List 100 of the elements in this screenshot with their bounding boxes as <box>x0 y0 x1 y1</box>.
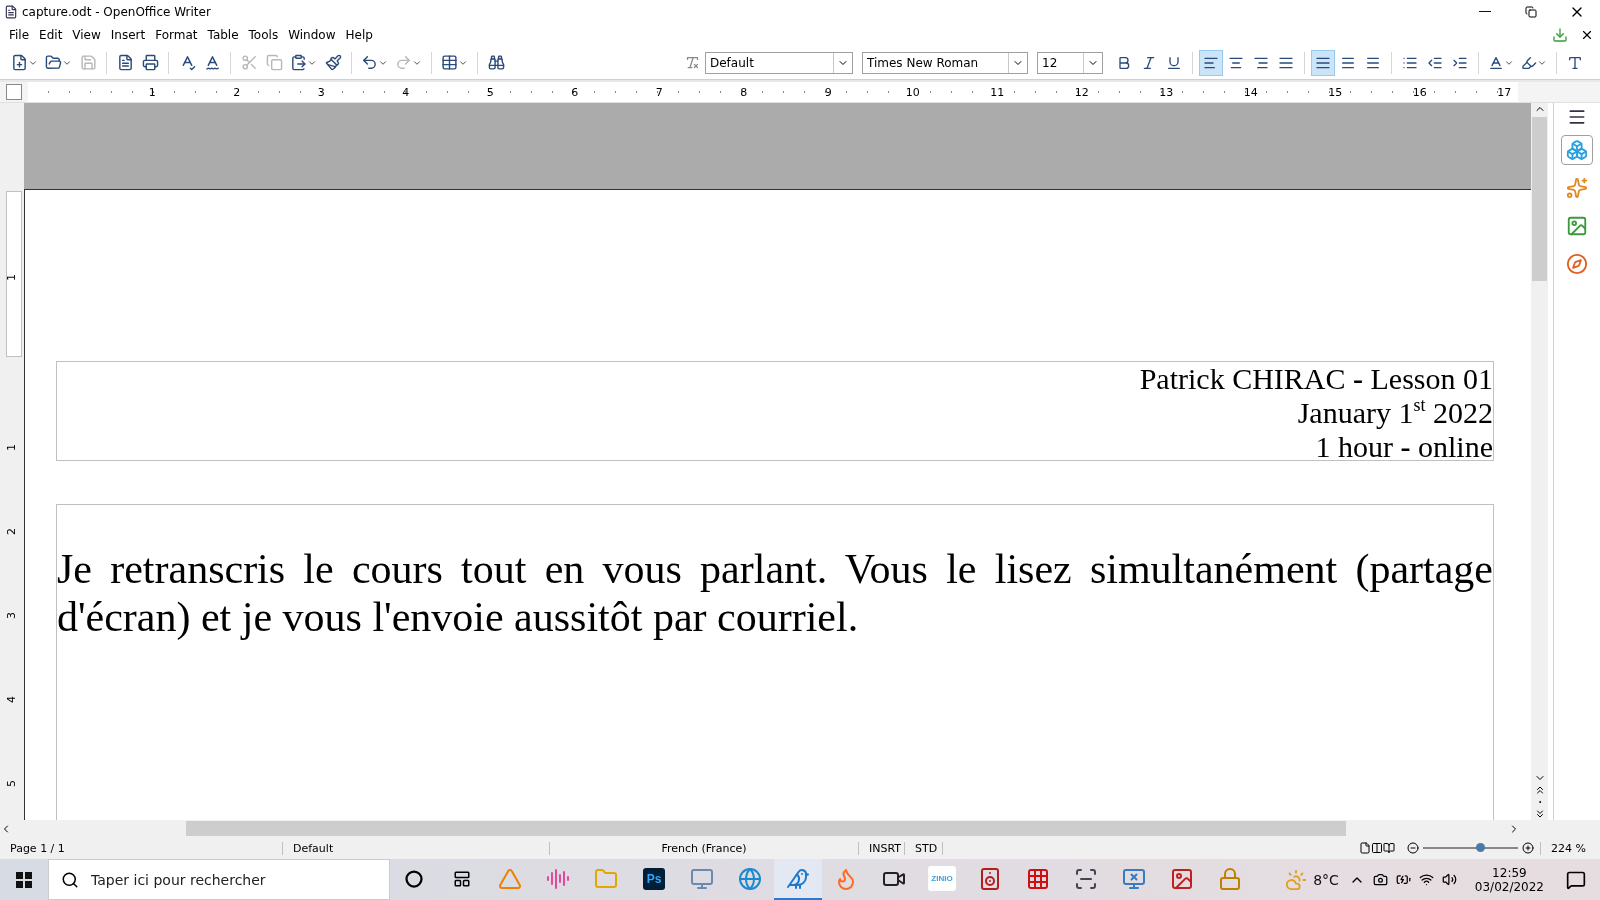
globe-icon <box>738 866 762 891</box>
ruler-number: 2 <box>232 85 242 99</box>
menu-item[interactable]: Edit <box>34 25 68 44</box>
multi-page-icon[interactable] <box>1371 842 1383 854</box>
download-icon <box>1552 26 1568 43</box>
zinio-logo: ZINIO <box>928 866 956 891</box>
ruler-number: 15 <box>1327 85 1344 99</box>
redo-icon <box>395 54 412 71</box>
minimize-icon <box>1479 11 1491 12</box>
menu-item[interactable]: Tools <box>243 25 284 44</box>
ruler-number: 1 <box>5 444 18 451</box>
tab-stop-selector[interactable] <box>6 84 22 100</box>
ruler-number: 1 <box>147 85 157 99</box>
ruler-number: 7 <box>654 85 664 99</box>
ruler-number: 14 <box>1242 85 1259 99</box>
ruler-number: 13 <box>1158 85 1175 99</box>
highlight-icon <box>1521 54 1537 71</box>
zoom-percent: 224 % <box>1540 841 1600 855</box>
zoom-out-icon[interactable] <box>1407 842 1419 854</box>
pattern-icon <box>1026 866 1050 891</box>
undo-icon <box>361 54 378 71</box>
temperature: 8°C <box>1313 871 1339 888</box>
cubes-icon <box>1566 139 1588 161</box>
taskbar-app[interactable]: Ps <box>630 859 678 900</box>
menu-item[interactable]: Window <box>283 25 341 44</box>
menu-item[interactable]: Format <box>150 25 203 44</box>
ruler-number: 12 <box>1073 85 1090 99</box>
picture-icon <box>1566 215 1588 237</box>
ruler-number: 17 <box>1496 85 1513 99</box>
new-document-icon <box>11 54 28 71</box>
language: French (France) <box>550 841 859 855</box>
ruler-number: 4 <box>401 85 411 99</box>
menu-icon[interactable] <box>1567 107 1587 127</box>
ruler-number: 2 <box>5 528 18 535</box>
italic-icon <box>1141 54 1157 71</box>
align-left-button[interactable] <box>1199 49 1223 76</box>
clock[interactable]: 12:59 03/02/2022 <box>1474 865 1544 894</box>
menu-item[interactable]: File <box>4 25 35 44</box>
cut-icon <box>240 54 258 71</box>
windows-icon <box>16 871 32 888</box>
window-title: capture.odt - OpenOffice Writer <box>22 4 212 19</box>
menu-item[interactable]: View <box>67 25 106 44</box>
paste-icon <box>290 54 307 71</box>
photo-icon <box>1170 866 1194 891</box>
menu-item[interactable]: Insert <box>105 25 151 44</box>
font-name-combo[interactable]: Times New Roman <box>862 51 1028 74</box>
stars-icon <box>1566 177 1588 199</box>
horizontal-scrollbar[interactable] <box>0 820 1600 837</box>
header-line: January 1$^{st}$ 2022 <box>1297 396 1493 430</box>
circle-icon <box>405 869 423 888</box>
ruler-number: 3 <box>5 612 18 619</box>
sidebar-tab[interactable] <box>1561 135 1593 165</box>
bird-icon <box>786 866 810 891</box>
paragraph-style-combo[interactable]: Default <box>705 51 853 74</box>
search-bar[interactable]: Taper ici pour rechercher <box>48 859 390 900</box>
battery-icon[interactable] <box>1395 872 1411 887</box>
wifi-icon[interactable] <box>1418 872 1434 887</box>
zoom-in-icon[interactable] <box>1522 842 1534 854</box>
menu-item[interactable]: Help <box>340 25 378 44</box>
table-icon <box>441 54 458 71</box>
clone-format-icon <box>324 54 342 71</box>
menu-item[interactable]: Table <box>202 25 244 44</box>
ruler-number: 4 <box>5 696 18 703</box>
font-size-combo[interactable]: 12 <box>1037 51 1103 74</box>
header-line: Patrick CHIRAC - Lesson 01 <box>1139 362 1493 396</box>
selection-mode: STD <box>905 841 943 855</box>
vertical-scrollbar[interactable] <box>1531 103 1548 820</box>
print-icon <box>141 54 159 71</box>
page-style: Default <box>283 841 550 855</box>
compass-icon <box>1566 253 1588 275</box>
ruler-number: 10 <box>904 85 921 99</box>
notification-icon[interactable] <box>1566 869 1586 890</box>
folder-icon <box>594 866 618 891</box>
ruler-number: 16 <box>1411 85 1428 99</box>
ruler-number: 5 <box>5 780 18 787</box>
book-view-icon[interactable] <box>1383 842 1395 854</box>
underline-icon <box>1166 54 1182 71</box>
task-view-icon <box>453 869 471 888</box>
single-page-icon[interactable] <box>1359 842 1371 854</box>
ruler-number: 11 <box>989 85 1006 99</box>
equalizer-icon <box>546 866 570 891</box>
volume-icon[interactable] <box>1441 872 1457 887</box>
page-count: Page 1 / 1 <box>0 841 283 855</box>
body-paragraph: Je retranscris le cours tout en vous parlant. Vous le lisez simultanément (partage d'écran) et je vous l'envoie aussitôt par courriel. <box>57 545 1493 641</box>
ruler-number: 6 <box>570 85 580 99</box>
ruler-number: 1 <box>5 274 18 281</box>
ruler-number: 5 <box>485 85 495 99</box>
insert-mode: INSRT <box>859 841 905 855</box>
auto-spellcheck-icon <box>203 54 221 71</box>
pdf-export-icon <box>116 54 134 71</box>
camera-icon[interactable] <box>1372 872 1388 887</box>
bold-icon <box>1116 54 1132 71</box>
restore-icon <box>1525 5 1537 18</box>
zoom-thumb[interactable] <box>1476 843 1485 852</box>
single-spacing-button[interactable] <box>1311 49 1335 76</box>
copy-icon <box>265 54 283 71</box>
ruler-number: 9 <box>823 85 833 99</box>
open-folder-icon <box>45 54 62 71</box>
scroll-thumb[interactable] <box>186 821 1346 836</box>
scroll-thumb[interactable] <box>1532 117 1547 281</box>
